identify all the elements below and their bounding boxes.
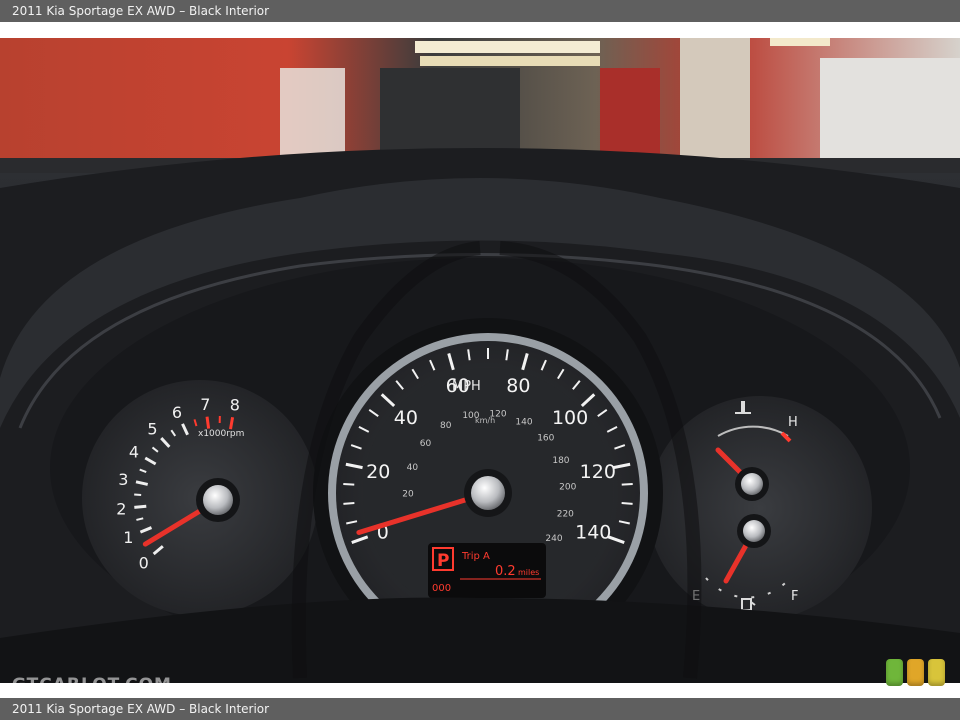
tach-label: 4 <box>129 443 139 462</box>
tach-label: 5 <box>147 419 157 438</box>
lcd-trip-label: Trip A <box>461 551 490 562</box>
fuel-full-label: F <box>791 589 798 604</box>
kmh-label: 200 <box>559 482 576 492</box>
kmh-label: 220 <box>557 510 574 520</box>
mph-label: 20 <box>366 461 390 483</box>
mph-label: 140 <box>575 521 611 543</box>
mph-unit-label: MPH <box>452 379 481 394</box>
yellow-badge <box>928 659 945 686</box>
kmh-label: 160 <box>537 434 554 444</box>
mph-label: 40 <box>394 407 418 429</box>
tach-label: 0 <box>139 553 149 572</box>
temp-high-label: H <box>788 415 798 430</box>
tach-label: 1 <box>123 528 133 547</box>
tachometer-hub <box>203 485 233 515</box>
speedometer-tick <box>343 502 355 505</box>
kmh-label: 140 <box>515 418 532 428</box>
mph-label: 80 <box>506 375 530 397</box>
speedometer-tick <box>621 482 633 486</box>
tach-label: 2 <box>116 499 126 518</box>
fuel-hub <box>743 520 765 542</box>
mph-label: 100 <box>552 407 588 429</box>
kmh-label: 80 <box>440 421 452 431</box>
kmh-label: 180 <box>552 456 569 466</box>
lcd-trip-value: 0.2 <box>495 564 516 579</box>
lcd-odometer: 000 <box>432 583 451 594</box>
tach-label: 6 <box>172 403 182 422</box>
kmh-unit-label: km/h <box>475 416 495 425</box>
tachometer-tick <box>229 417 235 430</box>
tach-unit-label: x1000rpm <box>198 429 244 439</box>
caption-top: 2011 Kia Sportage EX AWD – Black Interio… <box>0 0 960 22</box>
watermark-logo: GTCARLOT.COM <box>12 675 172 695</box>
tachometer-tick <box>134 504 147 509</box>
lcd-trip-unit: miles <box>518 568 539 577</box>
instrument-cluster-photo: 0 20 40 60 80 100 120 140 20 40 60 80 100 120 140 160 1… <box>0 38 960 683</box>
mph-label: 120 <box>580 461 616 483</box>
tachometer-tick <box>205 416 211 429</box>
orange-badge <box>907 659 924 686</box>
speedometer-tick <box>343 482 355 486</box>
kmh-label: 40 <box>407 463 419 473</box>
speedometer-hub <box>471 476 505 510</box>
kmh-label: 240 <box>545 534 562 544</box>
tach-label: 8 <box>230 395 240 414</box>
tach-label: 7 <box>200 395 210 414</box>
temperature-hub <box>741 473 763 495</box>
speedometer-tick <box>621 502 633 505</box>
kmh-label: 60 <box>420 439 432 449</box>
kmh-label: 20 <box>402 490 414 500</box>
green-badge <box>886 659 903 686</box>
caption-bottom: 2011 Kia Sportage EX AWD – Black Interio… <box>0 698 960 720</box>
lcd-gear: P <box>437 551 449 571</box>
tach-label: 3 <box>118 470 128 489</box>
